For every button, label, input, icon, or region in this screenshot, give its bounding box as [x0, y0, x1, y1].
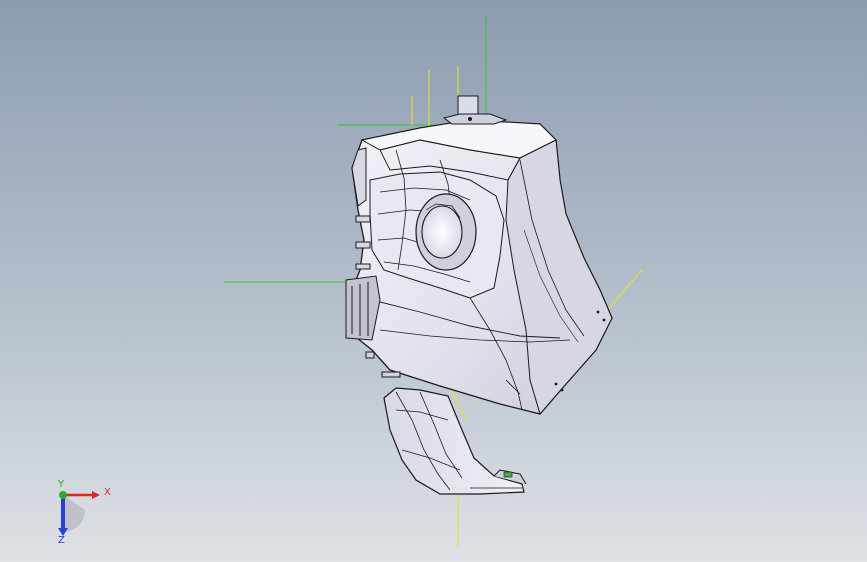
orientation-triad: X Y Z: [44, 480, 114, 550]
y-axis-label: Y: [58, 479, 65, 490]
part-model[interactable]: [0, 0, 867, 562]
graphics-viewport[interactable]: X Y Z: [0, 0, 867, 562]
y-axis-dot: [59, 491, 67, 499]
z-axis-label: Z: [58, 535, 65, 546]
x-axis-label: X: [104, 487, 111, 498]
top-mounting-tab[interactable]: [442, 95, 508, 125]
center-opening[interactable]: [415, 193, 477, 271]
main-housing[interactable]: [351, 119, 613, 416]
